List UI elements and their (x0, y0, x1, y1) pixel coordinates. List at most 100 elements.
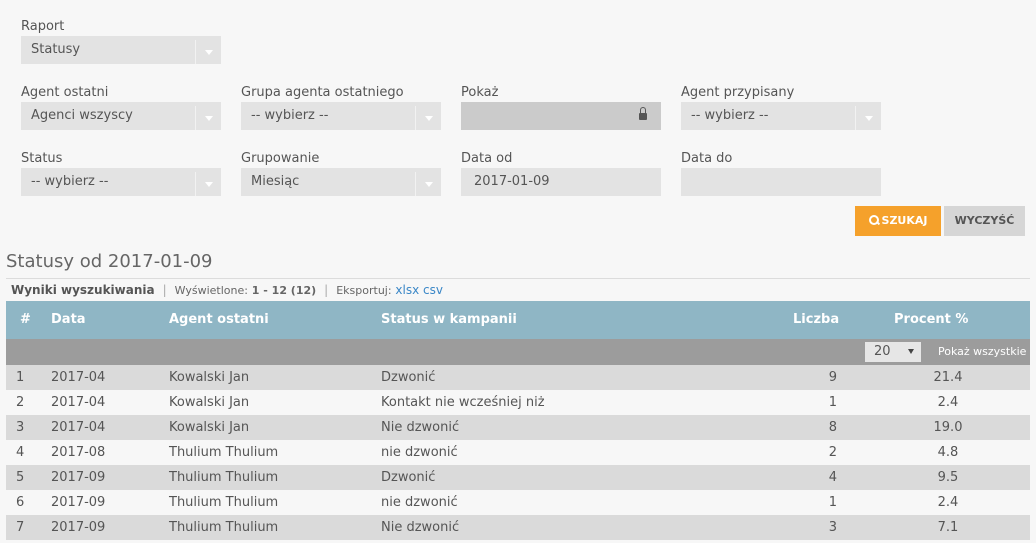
cell-pct: 2.4 (937, 495, 959, 510)
grupa-agenta-select[interactable]: -- wybierz -- (241, 102, 441, 130)
grupa-agenta-label: Grupa agenta ostatniego (241, 85, 404, 100)
grupowanie-label: Grupowanie (241, 151, 320, 166)
table-row[interactable]: 3 2017-04 Kowalski Jan Nie dzwonić 8 19.0 (6, 415, 1030, 440)
header-pct[interactable]: Procent % (894, 312, 968, 327)
cell-status: Dzwonić (381, 370, 436, 385)
cell-pct: 4.8 (937, 445, 959, 460)
show-all-link[interactable]: Pokaż wszystkie (938, 345, 1026, 358)
chevron-down-icon (195, 106, 221, 130)
results-table: # Data Agent ostatni Status w kampanii L… (6, 301, 1030, 540)
agent-przypisany-label: Agent przypisany (681, 85, 795, 100)
cell-pct: 19.0 (933, 420, 963, 435)
chevron-down-icon (855, 106, 881, 130)
cell-date: 2017-04 (51, 370, 106, 385)
agent-przypisany-select[interactable]: -- wybierz -- (681, 102, 881, 130)
cell-pct: 9.5 (937, 470, 959, 485)
status-value: -- wybierz -- (31, 174, 109, 189)
cell-status: nie dzwonić (381, 445, 458, 460)
header-status[interactable]: Status w kampanii (381, 312, 517, 327)
pokaz-label: Pokaż (461, 85, 499, 100)
cell-num: 1 (16, 370, 25, 385)
cell-pct: 21.4 (933, 370, 963, 385)
cell-agent: Thulium Thulium (169, 445, 279, 460)
export-xlsx-link[interactable]: xlsx (395, 283, 419, 297)
cell-num: 3 (16, 420, 25, 435)
cell-count: 9 (828, 370, 837, 385)
data-od-label: Data od (461, 151, 513, 166)
agent-przypisany-value: -- wybierz -- (691, 108, 769, 123)
cell-agent: Kowalski Jan (169, 420, 250, 435)
displayed-value: 1 - 12 (12) (251, 284, 317, 297)
lock-icon (639, 107, 647, 121)
cell-date: 2017-08 (51, 445, 106, 460)
cell-count: 1 (828, 395, 837, 410)
cell-num: 7 (16, 520, 25, 535)
cell-status: Nie dzwonić (381, 520, 460, 535)
export-csv-link[interactable]: csv (423, 283, 443, 297)
raport-value: Statusy (31, 42, 81, 57)
cell-num: 2 (16, 395, 25, 410)
data-od-input[interactable]: 2017-01-09 (461, 168, 661, 196)
chevron-down-icon (195, 40, 221, 64)
page-size-select[interactable]: 20 (865, 342, 921, 362)
pokaz-select (461, 102, 661, 130)
status-select[interactable]: -- wybierz -- (21, 168, 221, 196)
cell-num: 4 (16, 445, 25, 460)
chevron-down-icon (415, 106, 441, 130)
raport-label: Raport (21, 19, 65, 34)
agent-ostatni-label: Agent ostatni (21, 85, 109, 100)
cell-date: 2017-04 (51, 395, 106, 410)
status-label: Status (21, 151, 63, 166)
data-do-label: Data do (681, 151, 733, 166)
pagination-bar: 20 Pokaż wszystkie (6, 339, 1030, 365)
cell-count: 2 (828, 445, 837, 460)
data-do-input[interactable] (681, 168, 881, 196)
cell-status: nie dzwonić (381, 495, 458, 510)
grupowanie-value: Miesiąc (251, 174, 300, 189)
agent-ostatni-select[interactable]: Agenci wszyscy (21, 102, 221, 130)
cell-status: Nie dzwonić (381, 420, 460, 435)
clear-button[interactable]: WYCZYŚĆ (944, 206, 1025, 236)
separator: | (162, 283, 167, 297)
table-row[interactable]: 1 2017-04 Kowalski Jan Dzwonić 9 21.4 (6, 365, 1030, 390)
search-button-label: SZUKAJ (881, 214, 928, 227)
page-title: Statusy od 2017-01-09 (6, 251, 213, 272)
results-bar: Wyniki wyszukiwania | Wyświetlone: 1 - 12 … (11, 283, 443, 297)
cell-agent: Kowalski Jan (169, 395, 250, 410)
table-row[interactable]: 6 2017-09 Thulium Thulium nie dzwonić 1 2.4 (6, 490, 1030, 515)
cell-count: 4 (828, 470, 837, 485)
displayed-label: Wyświetlone: (174, 284, 248, 297)
table-row[interactable]: 7 2017-09 Thulium Thulium Nie dzwonić 3 7.1 (6, 515, 1030, 540)
cell-num: 6 (16, 495, 25, 510)
cell-pct: 7.1 (937, 520, 959, 535)
agent-ostatni-value: Agenci wszyscy (31, 108, 133, 123)
chevron-down-icon (415, 172, 441, 196)
chevron-down-icon (195, 172, 221, 196)
raport-select[interactable]: Statusy (21, 36, 221, 64)
export-label: Eksportuj: (336, 284, 392, 297)
grupowanie-select[interactable]: Miesiąc (241, 168, 441, 196)
header-num[interactable]: # (20, 312, 31, 327)
cell-status: Dzwonić (381, 470, 436, 485)
cell-date: 2017-09 (51, 495, 106, 510)
cell-date: 2017-04 (51, 420, 106, 435)
clear-button-label: WYCZYŚĆ (954, 214, 1015, 227)
header-agent[interactable]: Agent ostatni (169, 312, 269, 327)
cell-date: 2017-09 (51, 520, 106, 535)
grupa-agenta-value: -- wybierz -- (251, 108, 329, 123)
cell-agent: Thulium Thulium (169, 520, 279, 535)
search-button[interactable]: SZUKAJ (855, 206, 941, 236)
cell-date: 2017-09 (51, 470, 106, 485)
table-row[interactable]: 5 2017-09 Thulium Thulium Dzwonić 4 9.5 (6, 465, 1030, 490)
header-count[interactable]: Liczba (793, 312, 839, 327)
header-date[interactable]: Data (51, 312, 86, 327)
table-row[interactable]: 2 2017-04 Kowalski Jan Kontakt nie wcześnie… (6, 390, 1030, 415)
table-row[interactable]: 4 2017-08 Thulium Thulium nie dzwonić 2 4.8 (6, 440, 1030, 465)
data-od-value: 2017-01-09 (474, 174, 550, 189)
cell-num: 5 (16, 470, 25, 485)
cell-agent: Thulium Thulium (169, 495, 279, 510)
table-body: 1 2017-04 Kowalski Jan Dzwonić 9 21.4 2 2017-04… (6, 365, 1030, 540)
results-title: Wyniki wyszukiwania (11, 283, 155, 297)
cell-count: 3 (828, 520, 837, 535)
cell-count: 1 (828, 495, 837, 510)
